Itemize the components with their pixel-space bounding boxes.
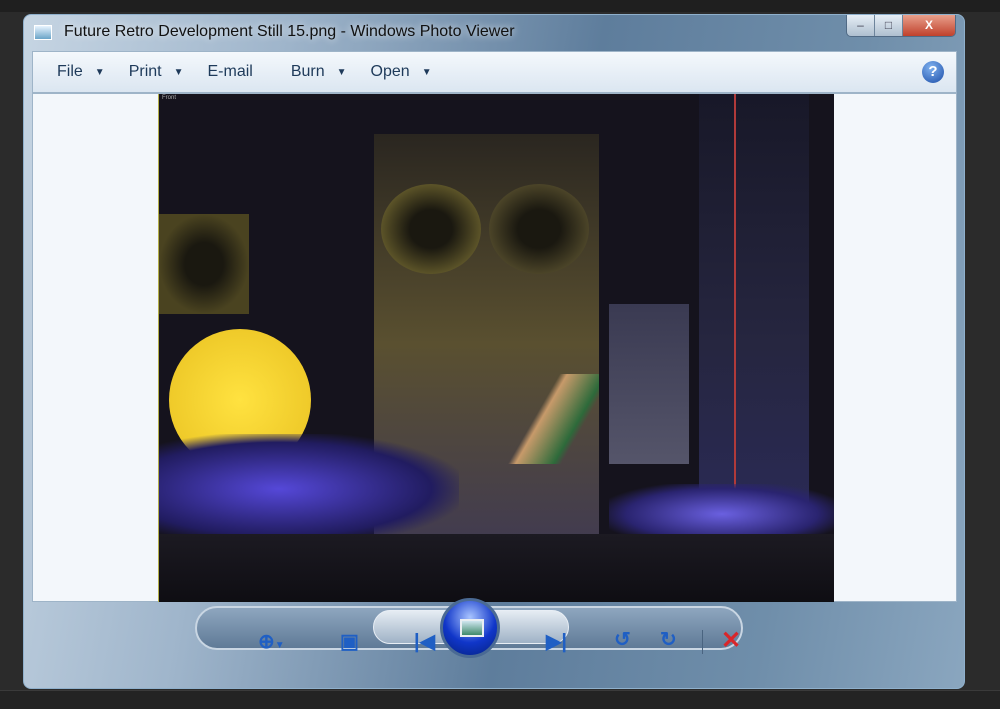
menu-file[interactable]: File ▼	[57, 63, 105, 81]
delete-button[interactable]: ✕	[721, 626, 741, 655]
photo-viewer-window: Future Retro Development Still 15.png - …	[23, 14, 965, 689]
menu-print[interactable]: Print ▼	[129, 63, 184, 81]
menu-email[interactable]: E-mail	[208, 63, 253, 81]
slideshow-button[interactable]	[440, 598, 500, 658]
chevron-down-icon: ▼	[336, 66, 347, 78]
rotate-clockwise-button[interactable]: ↻	[660, 627, 677, 652]
help-button[interactable]: ?	[922, 61, 944, 83]
slideshow-icon	[460, 619, 484, 637]
chevron-down-icon: ▼	[173, 66, 184, 78]
menu-burn[interactable]: Burn ▼	[291, 63, 347, 81]
chevron-down-icon: ▼	[421, 66, 432, 78]
background-app-statusbar	[0, 690, 1000, 709]
previous-button[interactable]: |◀	[414, 629, 435, 654]
maximize-button[interactable]: □	[875, 15, 903, 36]
menu-label: File	[57, 63, 83, 80]
caption-buttons: – □ X	[846, 15, 956, 37]
menu-label: Print	[128, 63, 162, 80]
rotate-counterclockwise-button[interactable]: ↺	[614, 627, 631, 652]
close-button[interactable]: X	[903, 15, 955, 36]
image-viewport: Front	[32, 93, 957, 602]
menu-label: Open	[370, 63, 410, 80]
minimize-button[interactable]: –	[847, 15, 875, 36]
app-icon	[34, 25, 52, 40]
menu-label: Burn	[290, 63, 325, 80]
background-app-toolbar	[0, 0, 1000, 12]
displayed-photo: Front	[158, 94, 834, 602]
toolbar-divider	[702, 630, 703, 654]
chevron-down-icon: ▼	[94, 66, 105, 78]
window-title: Future Retro Development Still 15.png - …	[64, 23, 515, 40]
zoom-button[interactable]: ⊕▼	[258, 629, 285, 654]
chevron-down-icon: ▼	[274, 640, 285, 651]
actual-size-button[interactable]: ▣	[340, 629, 359, 654]
menu-bar: File ▼ Print ▼ E-mail Burn ▼ Open ▼ ?	[32, 51, 957, 93]
viewport-label: Front	[162, 95, 177, 101]
next-button[interactable]: ▶|	[546, 629, 567, 654]
menu-label: E-mail	[207, 63, 253, 80]
menu-open[interactable]: Open ▼	[371, 63, 432, 81]
